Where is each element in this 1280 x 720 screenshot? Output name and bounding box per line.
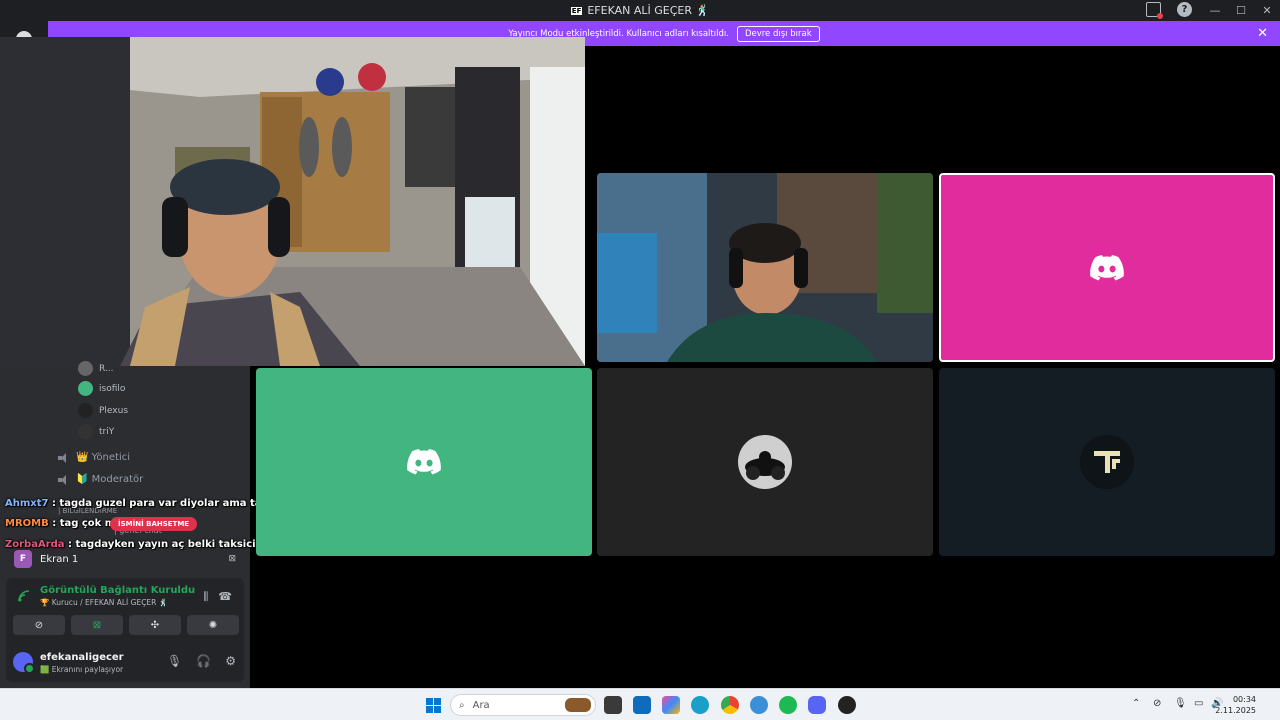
soundboard-button[interactable]: ✺ [187, 615, 239, 635]
participant-avatar [738, 435, 792, 489]
webcam-overlay [0, 37, 585, 366]
copilot-icon[interactable] [662, 696, 680, 714]
participant-video-tile[interactable] [597, 368, 933, 556]
screen-share-button[interactable]: ⊠ [71, 615, 123, 635]
network-off-icon[interactable]: ⊘ [1153, 698, 1161, 709]
participant-video-tile[interactable] [597, 173, 933, 362]
minimize-button[interactable]: — [1202, 4, 1228, 17]
taskbar-search[interactable]: ⌕ Ara [450, 694, 596, 716]
voice-channel[interactable]: 🔰 Moderatör [58, 474, 143, 485]
clock-time: 00:34 [1232, 695, 1256, 704]
connected-channel[interactable]: 🏆 Kurucu / EFEKAN ALİ GEÇER 🕺 [40, 598, 168, 607]
speaker-icon [58, 474, 70, 485]
close-icon[interactable]: ✕ [1257, 26, 1268, 41]
taskbar-clock[interactable]: 00:34 2.11.2025 [1215, 694, 1256, 716]
windows-taskbar: ⌕ Ara ⌃ ⊘ 🎙 ▭ 🔊 00:34 2.11.2025 [0, 688, 1280, 720]
voice-channel-name: 🔰 Moderatör [76, 474, 144, 485]
voice-member[interactable]: isofilo [78, 381, 125, 396]
stop-screen-icon[interactable]: ⊠ [228, 554, 236, 564]
member-name: isofilo [99, 383, 126, 394]
edge-icon[interactable] [691, 696, 709, 714]
voice-member[interactable]: triY [78, 424, 114, 439]
disconnect-icon[interactable]: ☎ [218, 590, 232, 604]
screen-share-row[interactable]: F Ekran 1 ⊠ [14, 549, 236, 569]
member-avatar [78, 424, 93, 439]
microphone-icon[interactable]: 🎙 [167, 654, 182, 668]
user-panel: efekanaligecer 🟩 Ekranını paylaşıyor 🎙 🎧… [6, 646, 244, 682]
discord-taskbar-icon[interactable] [808, 696, 826, 714]
participant-webcam [597, 173, 933, 362]
chevron-up-icon[interactable]: ⌃ [1132, 698, 1140, 709]
participant-avatar [1080, 435, 1134, 489]
inbox-icon[interactable] [1146, 2, 1163, 19]
obs-icon[interactable] [838, 696, 856, 714]
member-avatar [78, 381, 93, 396]
username[interactable]: efekanaligecer [40, 652, 124, 663]
screen-label: Ekran 1 [40, 553, 79, 565]
chat-username: MROMB [5, 518, 49, 529]
chat-username: Ahmxt7 [5, 498, 49, 509]
user-status: 🟩 Ekranını paylaşıyor [40, 665, 124, 674]
search-placeholder: Ara [472, 699, 490, 711]
noise-suppression-icon[interactable]: ⫼ [203, 590, 208, 604]
help-icon[interactable]: ? [1177, 2, 1192, 17]
member-avatar [78, 361, 93, 376]
activities-button[interactable]: ✣ [129, 615, 181, 635]
windows-start-icon[interactable] [426, 698, 441, 713]
search-highlight-icon [565, 698, 591, 712]
voice-channel[interactable]: 👑 Yönetici [58, 452, 130, 463]
headphones-icon[interactable]: 🎧 [196, 654, 211, 668]
server-badge: EF [570, 6, 583, 15]
search-icon: ⌕ [459, 699, 465, 711]
voice-connection-panel: Görüntülü Bağlantı Kuruldu 🏆 Kurucu / EF… [6, 578, 244, 682]
chat-alert-badge: İSMİNİ BAHSETME [110, 517, 198, 531]
signal-icon[interactable] [18, 590, 30, 602]
window-title: EF EFEKAN ALİ GEÇER 🕺 [570, 4, 710, 17]
settings-app-icon[interactable] [750, 696, 768, 714]
discord-logo-icon [407, 449, 441, 475]
maximize-button[interactable]: ☐ [1228, 4, 1254, 17]
screen-badge: F [14, 550, 32, 568]
member-avatar [78, 403, 93, 418]
settings-gear-icon[interactable]: ⚙ [225, 654, 236, 668]
microphone-tray-icon[interactable]: 🎙 [1174, 698, 1187, 709]
chat-username: ZorbaArda [5, 539, 65, 550]
voice-channel-name: 👑 Yönetici [76, 452, 130, 463]
voice-member[interactable]: R... [78, 361, 114, 376]
participant-video-tile[interactable] [939, 173, 1275, 362]
display-icon[interactable]: ▭ [1194, 698, 1203, 709]
window-title-text: EFEKAN ALİ GEÇER 🕺 [587, 4, 710, 17]
voice-member[interactable]: Plexus [78, 403, 128, 418]
connection-status[interactable]: Görüntülü Bağlantı Kuruldu [40, 585, 195, 596]
chrome-icon[interactable] [721, 696, 739, 714]
clock-date: 2.11.2025 [1215, 706, 1256, 715]
window-titlebar: EF EFEKAN ALİ GEÇER 🕺 ? — ☐ ✕ [0, 0, 1280, 21]
member-name: R... [99, 363, 114, 374]
discord-logo-icon [1090, 254, 1124, 280]
member-name: Plexus [99, 405, 129, 416]
member-name: triY [99, 426, 115, 437]
participant-video-tile[interactable] [939, 368, 1275, 556]
close-window-button[interactable]: ✕ [1254, 4, 1280, 17]
participant-video-tile[interactable] [256, 368, 592, 556]
user-avatar[interactable] [13, 652, 35, 674]
spotify-icon[interactable] [779, 696, 797, 714]
outlook-icon[interactable] [633, 696, 651, 714]
webcam-scene [0, 37, 585, 366]
speaker-icon [58, 452, 70, 463]
file-explorer-icon[interactable] [604, 696, 622, 714]
disable-streamer-mode-button[interactable]: Devre dışı bırak [736, 25, 820, 42]
camera-off-button[interactable]: ⊘ [13, 615, 65, 635]
